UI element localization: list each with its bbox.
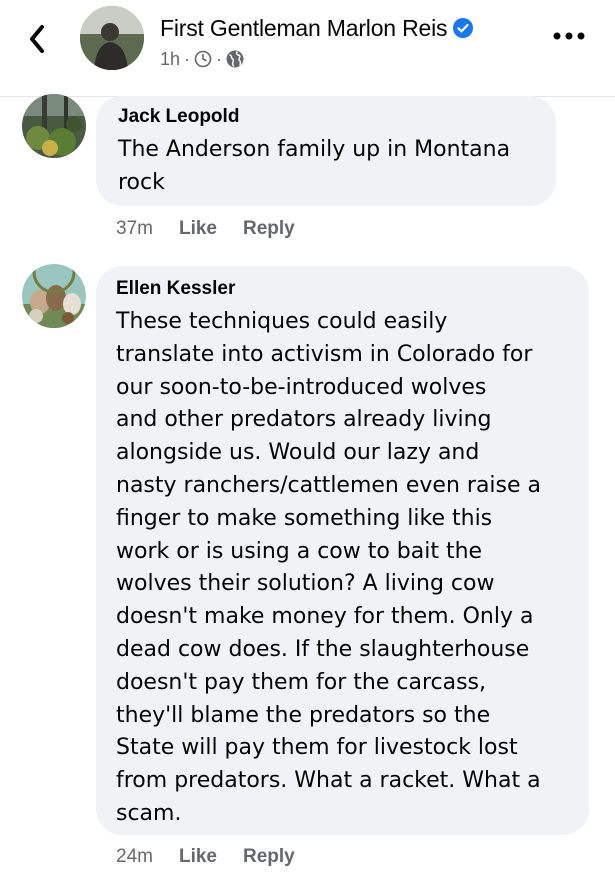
comment-bubble: Ellen Kessler These techniques could eas…	[96, 266, 589, 835]
back-chevron-icon	[30, 25, 44, 53]
globe-icon	[226, 50, 244, 68]
comment-actions: 24m Like Reply	[116, 845, 295, 869]
comment-text: The Anderson family up in Montana rock	[118, 134, 534, 200]
comment-text-line: doesn't make money for them. Only a	[116, 604, 534, 630]
comment-text-line: they'll blame the predators so the	[116, 702, 491, 728]
comment-author[interactable]: Ellen Kessler	[116, 278, 569, 300]
comment-bubble: Jack Leopold The Anderson family up in M…	[96, 96, 556, 206]
comment-time[interactable]: 37m	[116, 218, 153, 240]
reply-button[interactable]: Reply	[243, 846, 295, 868]
comment-text-line: These techniques could easily	[116, 309, 448, 334]
post-meta: 1h · ·	[160, 48, 244, 70]
comment-text-line: from predators. What a racket. What a	[116, 768, 541, 794]
comment-text-line: rock	[118, 169, 165, 195]
comment-text-line: doesn't pay them for the carcass,	[116, 669, 486, 695]
comment-text-line: our soon-to-be-introduced wolves	[116, 374, 487, 400]
author-avatar[interactable]	[80, 6, 144, 70]
comment-text-line: translate into activism in Colorado for	[116, 341, 533, 367]
commenter-avatar[interactable]	[22, 264, 86, 328]
more-options-button[interactable]	[549, 24, 589, 48]
more-horizontal-icon	[553, 32, 585, 40]
clock-icon	[194, 50, 212, 68]
comment-actions: 37m Like Reply	[116, 217, 295, 241]
comment-text-line: and other predators already living	[116, 407, 492, 433]
meta-separator: ·	[216, 48, 223, 69]
comment-text-line: nasty ranchers/cattlemen even raise a	[116, 472, 542, 498]
comment-text-line: dead cow does. If the slaughterhouse	[116, 636, 530, 662]
comment-text-line: scam.	[116, 800, 182, 826]
back-button[interactable]	[22, 22, 52, 56]
verified-badge-icon	[453, 18, 474, 38]
comment-text-line: work or is using a cow to bait the	[116, 538, 483, 564]
comment-text-line: finger to make something like this	[116, 505, 493, 531]
post-time[interactable]: 1h	[160, 49, 180, 70]
comment-author[interactable]: Jack Leopold	[118, 106, 534, 128]
meta-separator: ·	[184, 48, 191, 69]
reply-button[interactable]: Reply	[243, 218, 295, 240]
comment-text-line: wolves their solution? A living cow	[116, 571, 495, 597]
commenter-avatar[interactable]	[22, 94, 86, 158]
comment-text-line: State will pay them for livestock lost	[116, 735, 518, 761]
like-button[interactable]: Like	[179, 218, 217, 240]
comment-time[interactable]: 24m	[116, 846, 153, 868]
comment-text-line: The Anderson family up in Montana	[118, 137, 511, 162]
post-header: First Gentleman Marlon Reis 1h · ·	[0, 0, 615, 97]
like-button[interactable]: Like	[179, 846, 217, 868]
comment-text-line: alongside us. Would our lazy and	[116, 440, 480, 466]
author-name[interactable]: First Gentleman Marlon Reis	[160, 15, 448, 42]
comment-text: These techniques could easily translate …	[116, 306, 569, 831]
